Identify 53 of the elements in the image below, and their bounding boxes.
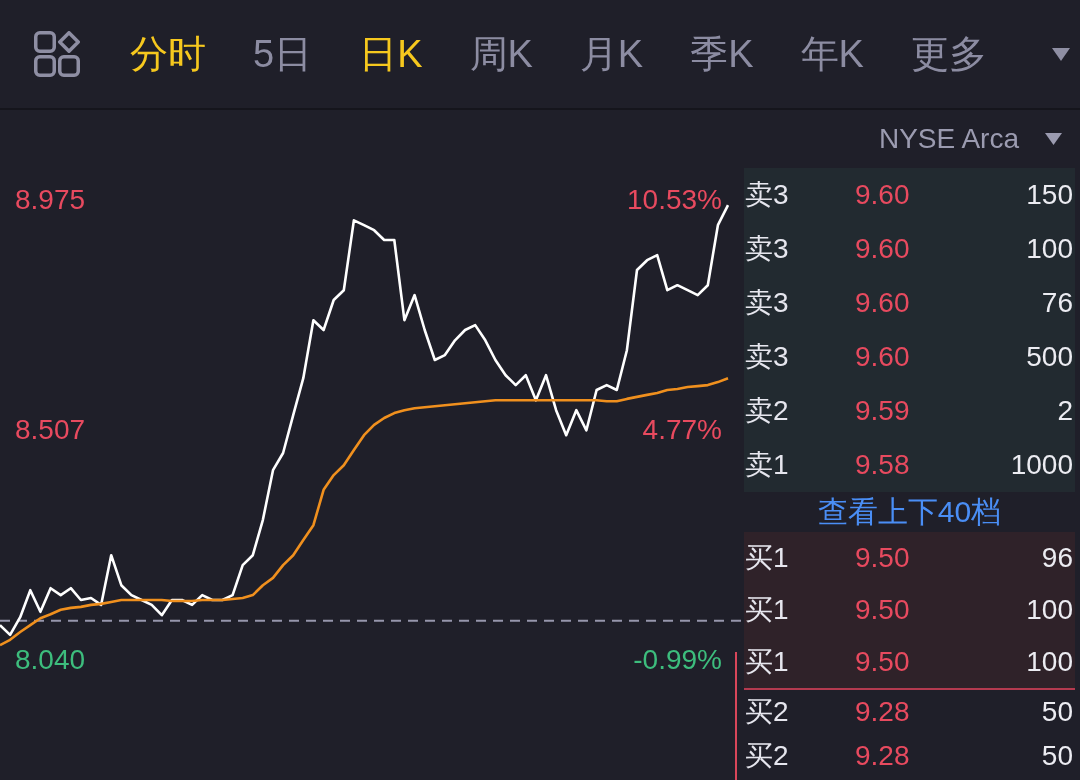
caret-icon[interactable] <box>1052 47 1070 61</box>
order-volume: 100 <box>1026 594 1073 626</box>
order-level: 买1 <box>745 542 790 574</box>
order-level: 卖3 <box>745 179 790 211</box>
price-axis-label: 8.040 <box>15 646 86 674</box>
order-level: 买2 <box>745 696 790 728</box>
order-volume: 500 <box>1026 341 1073 373</box>
period-tab[interactable]: 季K <box>690 31 754 77</box>
order-price: 9.50 <box>855 594 911 626</box>
depth-link[interactable]: 查看上下40档 <box>744 492 1075 532</box>
order-level: 买1 <box>745 594 790 626</box>
order-price: 9.60 <box>855 341 911 373</box>
order-level: 卖3 <box>745 287 790 319</box>
order-volume: 150 <box>1026 179 1073 211</box>
order-volume: 1000 <box>1010 449 1073 481</box>
order-price: 9.50 <box>855 646 911 678</box>
caret-icon <box>1045 133 1062 145</box>
order-volume: 76 <box>1041 287 1073 319</box>
price-axis-label: 8.507 <box>15 416 86 445</box>
period-tab[interactable]: 周K <box>469 31 533 77</box>
order-level: 卖3 <box>745 341 790 373</box>
order-volume: 100 <box>1026 646 1073 678</box>
period-tab[interactable]: 5日 <box>253 31 313 77</box>
order-price: 9.59 <box>855 395 911 427</box>
period-tab[interactable]: 月K <box>579 31 644 77</box>
order-price: 9.50 <box>855 542 911 574</box>
change-axis-label: 10.53% <box>627 186 722 215</box>
grid-icon[interactable] <box>34 31 80 77</box>
exchange-selector[interactable]: NYSE Arca <box>878 123 1062 155</box>
order-volume: 50 <box>1041 696 1073 728</box>
order-price: 9.58 <box>855 449 911 481</box>
period-tab[interactable]: 日K <box>359 31 423 77</box>
order-price: 9.60 <box>855 233 911 265</box>
order-price: 9.60 <box>855 287 911 319</box>
order-volume: 50 <box>1041 740 1073 772</box>
order-price: 9.28 <box>855 740 911 772</box>
order-level: 卖1 <box>745 449 790 481</box>
change-axis-label: -0.99% <box>633 646 722 674</box>
change-axis-label: 4.77% <box>642 416 722 445</box>
line-series <box>0 376 730 647</box>
order-level: 卖2 <box>745 395 790 427</box>
period-tab[interactable]: 分时 <box>130 31 206 77</box>
period-tab[interactable]: 更多 <box>910 31 987 77</box>
period-tab[interactable]: 年K <box>800 31 864 77</box>
order-price: 9.28 <box>855 696 911 728</box>
order-volume: 100 <box>1026 233 1073 265</box>
order-level: 卖3 <box>745 233 790 265</box>
order-volume: 2 <box>1057 395 1073 427</box>
price-axis-label: 8.975 <box>15 186 86 215</box>
order-level: 买1 <box>745 646 790 678</box>
order-price: 9.60 <box>855 179 911 211</box>
order-volume: 96 <box>1041 542 1073 574</box>
order-level: 买2 <box>745 740 790 772</box>
